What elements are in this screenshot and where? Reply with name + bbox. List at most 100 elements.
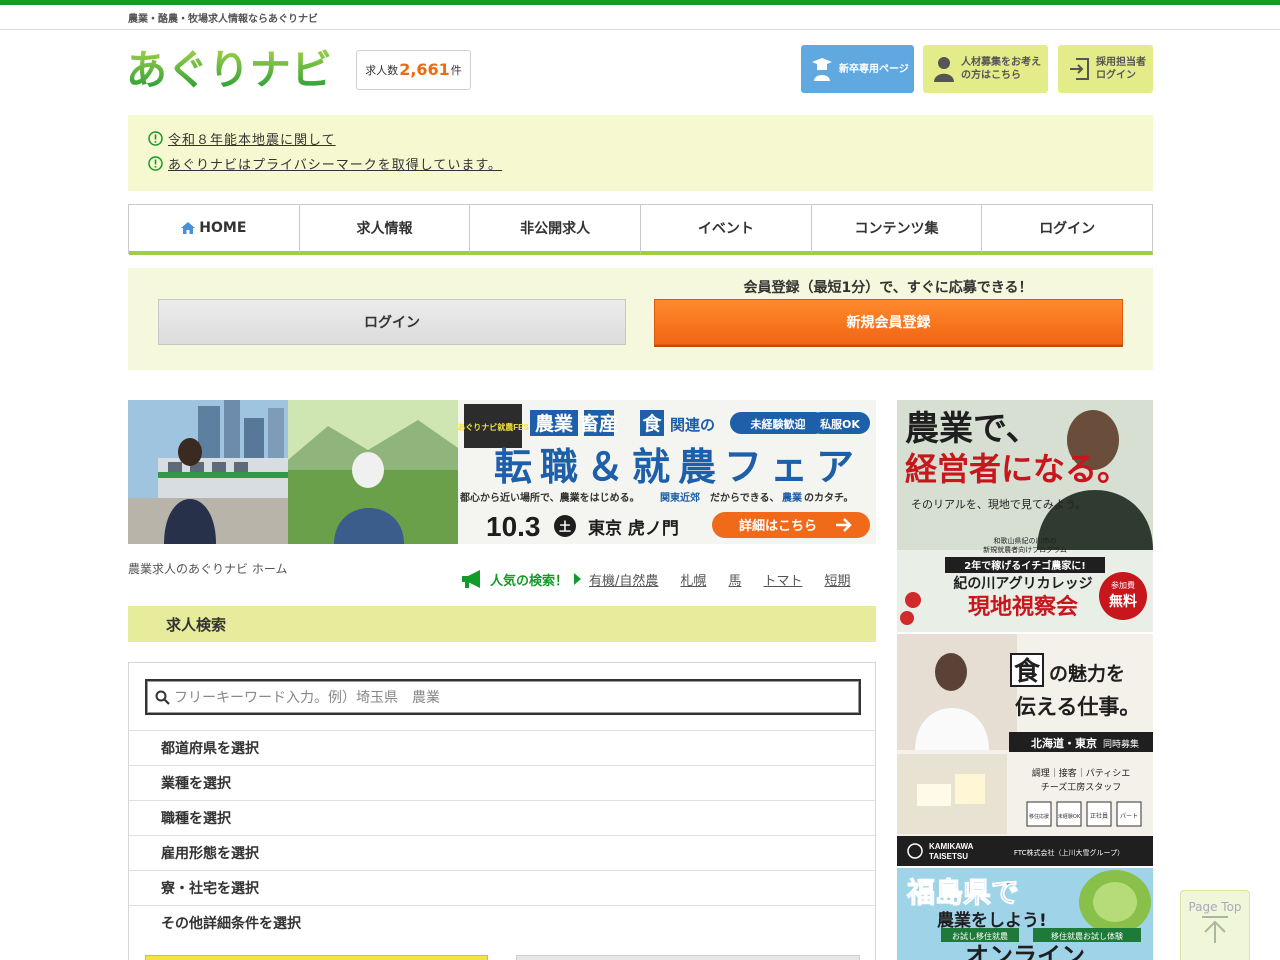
svg-text:農業をしよう!: 農業をしよう! <box>937 910 1047 931</box>
select-occupation[interactable]: 職種を選択 <box>129 800 875 835</box>
job-count-suffix: 件 <box>450 64 462 77</box>
svg-text:10.3: 10.3 <box>486 511 541 542</box>
svg-text:未経験歓迎: 未経験歓迎 <box>750 417 806 431</box>
notice-item[interactable]: 令和８年能本地震に関して <box>148 129 336 148</box>
svg-text:畜産: 畜産 <box>580 412 618 435</box>
nav-contents[interactable]: コンテンツ集 <box>811 205 983 255</box>
site-logo[interactable]: あぐりナビ <box>126 40 336 96</box>
svg-text:都心から近い場所で、農業をはじめる。: 都心から近い場所で、農業をはじめる。 <box>459 491 640 504</box>
svg-text:正社員: 正社員 <box>1090 812 1108 820</box>
svg-text:土: 土 <box>559 519 571 534</box>
svg-text:詳細はこちら: 詳細はこちら <box>739 518 817 534</box>
top-bar: 農業・酪農・牧場求人情報ならあぐりナビ <box>0 0 1280 30</box>
nav-private-jobs[interactable]: 非公開求人 <box>470 205 642 255</box>
condition-list: 都道府県を選択 業種を選択 職種を選択 雇用形態を選択 寮・社宅を選択 その他詳… <box>129 730 875 940</box>
search-box[interactable] <box>145 679 861 715</box>
nav-home-label: HOME <box>199 220 247 236</box>
svg-text:新規就農者向けプログラム: 新規就農者向けプログラム <box>983 545 1067 554</box>
notice-link[interactable]: あぐりナビはプライバシーマークを取得しています。 <box>168 154 502 173</box>
new-grad-button[interactable]: 新卒専用ページ <box>801 45 914 93</box>
svg-text:東京 虎ノ門: 東京 虎ノ門 <box>588 518 679 539</box>
megaphone-icon <box>462 570 480 588</box>
svg-text:チーズ工房スタッフ: チーズ工房スタッフ <box>1041 781 1122 793</box>
svg-text:だからできる、: だからできる、 <box>710 492 780 504</box>
search-panel: 都道府県を選択 業種を選択 職種を選択 雇用形態を選択 寮・社宅を選択 その他詳… <box>128 662 876 960</box>
login-button[interactable]: ログイン <box>158 299 626 345</box>
svg-text:移住就農お試し体験: 移住就農お試し体験 <box>1051 931 1123 941</box>
page-top-label: Page Top <box>1188 900 1242 914</box>
search-heading: 求人検索 <box>128 606 876 642</box>
svg-text:2年で稼げるイチゴ農家に!: 2年で稼げるイチゴ農家に! <box>964 559 1086 572</box>
svg-text:無料: 無料 <box>1109 593 1137 610</box>
register-button[interactable]: 新規会員登録 <box>654 299 1123 345</box>
svg-text:そのリアルを、現地で見てみよう。: そのリアルを、現地で見てみよう。 <box>911 498 1086 511</box>
select-other-conditions[interactable]: その他詳細条件を選択 <box>129 905 875 940</box>
side-banner-fukushima[interactable]: 福島県で 農業をしよう! お試し移住就農 移住就農お試し体験 オンライン <box>897 868 1153 960</box>
svg-text:紀の川アグリカレッジ: 紀の川アグリカレッジ <box>953 575 1092 592</box>
new-grad-label: 新卒専用ページ <box>839 63 909 75</box>
select-employment-type[interactable]: 雇用形態を選択 <box>129 835 875 870</box>
svg-text:経営者になる。: 経営者になる。 <box>905 450 1129 488</box>
person-icon <box>934 57 954 82</box>
select-housing[interactable]: 寮・社宅を選択 <box>129 870 875 905</box>
recruiter-login-button[interactable]: 採用担当者 ログイン <box>1058 45 1153 93</box>
notice-link[interactable]: 令和８年能本地震に関して <box>168 129 336 148</box>
home-icon <box>181 222 196 234</box>
svg-text:の魅力を: の魅力を <box>1049 662 1125 685</box>
popular-link[interactable]: 有機/自然農 <box>589 570 658 589</box>
job-count: 求人数 2,661 件 <box>356 50 471 90</box>
svg-text:農業で、: 農業で、 <box>905 409 1040 449</box>
job-count-value: 2,661 <box>399 59 450 79</box>
member-area: 会員登録（最短1分）で、すぐに応募できる！ ログイン 新規会員登録 <box>128 268 1153 370</box>
svg-text:食: 食 <box>1014 656 1041 687</box>
recruiter-info-button[interactable]: 人材募集をお考え の方はこちら <box>923 45 1048 93</box>
recruiter-login-label: 採用担当者 ログイン <box>1096 57 1146 81</box>
svg-text:お試し移住就農: お試し移住就農 <box>952 931 1008 941</box>
side-banner-kinokawa[interactable]: 農業で、 経営者になる。 そのリアルを、現地で見てみよう。 和歌山県紀の川市の … <box>897 400 1153 632</box>
side-banner-kamikawa[interactable]: 食 の魅力を 伝える仕事。 北海道・東京 同時募集 調理｜接客｜パティシエ チー… <box>897 634 1153 866</box>
svg-text:福島県で: 福島県で <box>906 876 1019 909</box>
popular-link[interactable]: 短期 <box>824 570 850 589</box>
svg-text:未経験OK: 未経験OK <box>1058 813 1081 820</box>
popular-link[interactable]: トマト <box>763 570 802 589</box>
svg-text:北海道・東京: 北海道・東京 <box>1031 736 1097 750</box>
svg-text:KAMIKAWA: KAMIKAWA <box>929 842 974 851</box>
svg-text:和歌山県紀の川市の: 和歌山県紀の川市の <box>994 536 1057 545</box>
tagline: 農業・酪農・牧場求人情報ならあぐりナビ <box>128 14 318 25</box>
svg-text:同時募集: 同時募集 <box>1103 738 1139 750</box>
svg-text:オンライン: オンライン <box>965 942 1085 960</box>
popular-link[interactable]: 馬 <box>728 570 741 589</box>
nav-login[interactable]: ログイン <box>982 205 1154 255</box>
svg-text:農業: 農業 <box>782 491 803 504</box>
svg-text:関東近郊: 関東近郊 <box>660 491 700 504</box>
logo-text: あぐりナビ <box>126 46 332 94</box>
svg-text:TAISETSU: TAISETSU <box>929 852 968 861</box>
svg-text:参加費: 参加費 <box>1111 580 1135 590</box>
svg-text:FTC株式会社（上川大雪グループ）: FTC株式会社（上川大雪グループ） <box>1014 848 1124 857</box>
search-submit-button[interactable] <box>145 955 488 960</box>
svg-text:のカタチ。: のカタチ。 <box>804 492 854 504</box>
nav-home[interactable]: HOME <box>129 205 300 255</box>
popular-link[interactable]: 札幌 <box>680 570 706 589</box>
info-icon <box>148 156 163 171</box>
notice-box: 令和８年能本地震に関して あぐりナビはプライバシーマークを取得しています。 <box>128 115 1153 191</box>
search-secondary-button[interactable] <box>516 955 860 960</box>
svg-text:関連の: 関連の <box>670 416 715 434</box>
arrow-up-icon <box>1202 916 1228 943</box>
search-input[interactable] <box>174 689 854 705</box>
graduate-icon <box>812 58 832 81</box>
login-icon <box>1070 58 1089 80</box>
select-prefecture[interactable]: 都道府県を選択 <box>129 730 875 765</box>
nav-events[interactable]: イベント <box>641 205 812 255</box>
select-industry[interactable]: 業種を選択 <box>129 765 875 800</box>
notice-item[interactable]: あぐりナビはプライバシーマークを取得しています。 <box>148 154 502 173</box>
fair-banner[interactable]: あぐりナビ就農FES 農業 畜産 食 関連の 未経験歓迎 私服OK 転職＆就農フ… <box>128 400 876 544</box>
job-count-prefix: 求人数 <box>365 64 399 77</box>
svg-text:伝える仕事。: 伝える仕事。 <box>1015 695 1140 719</box>
svg-text:農業: 農業 <box>535 412 574 435</box>
page-top-button[interactable]: Page Top <box>1180 890 1250 960</box>
nav-jobs[interactable]: 求人情報 <box>299 205 471 255</box>
recruiter-info-label: 人材募集をお考え の方はこちら <box>961 57 1041 81</box>
breadcrumb[interactable]: 農業求人のあぐりナビ ホーム <box>128 560 287 577</box>
svg-text:現地視察会: 現地視察会 <box>968 594 1078 620</box>
